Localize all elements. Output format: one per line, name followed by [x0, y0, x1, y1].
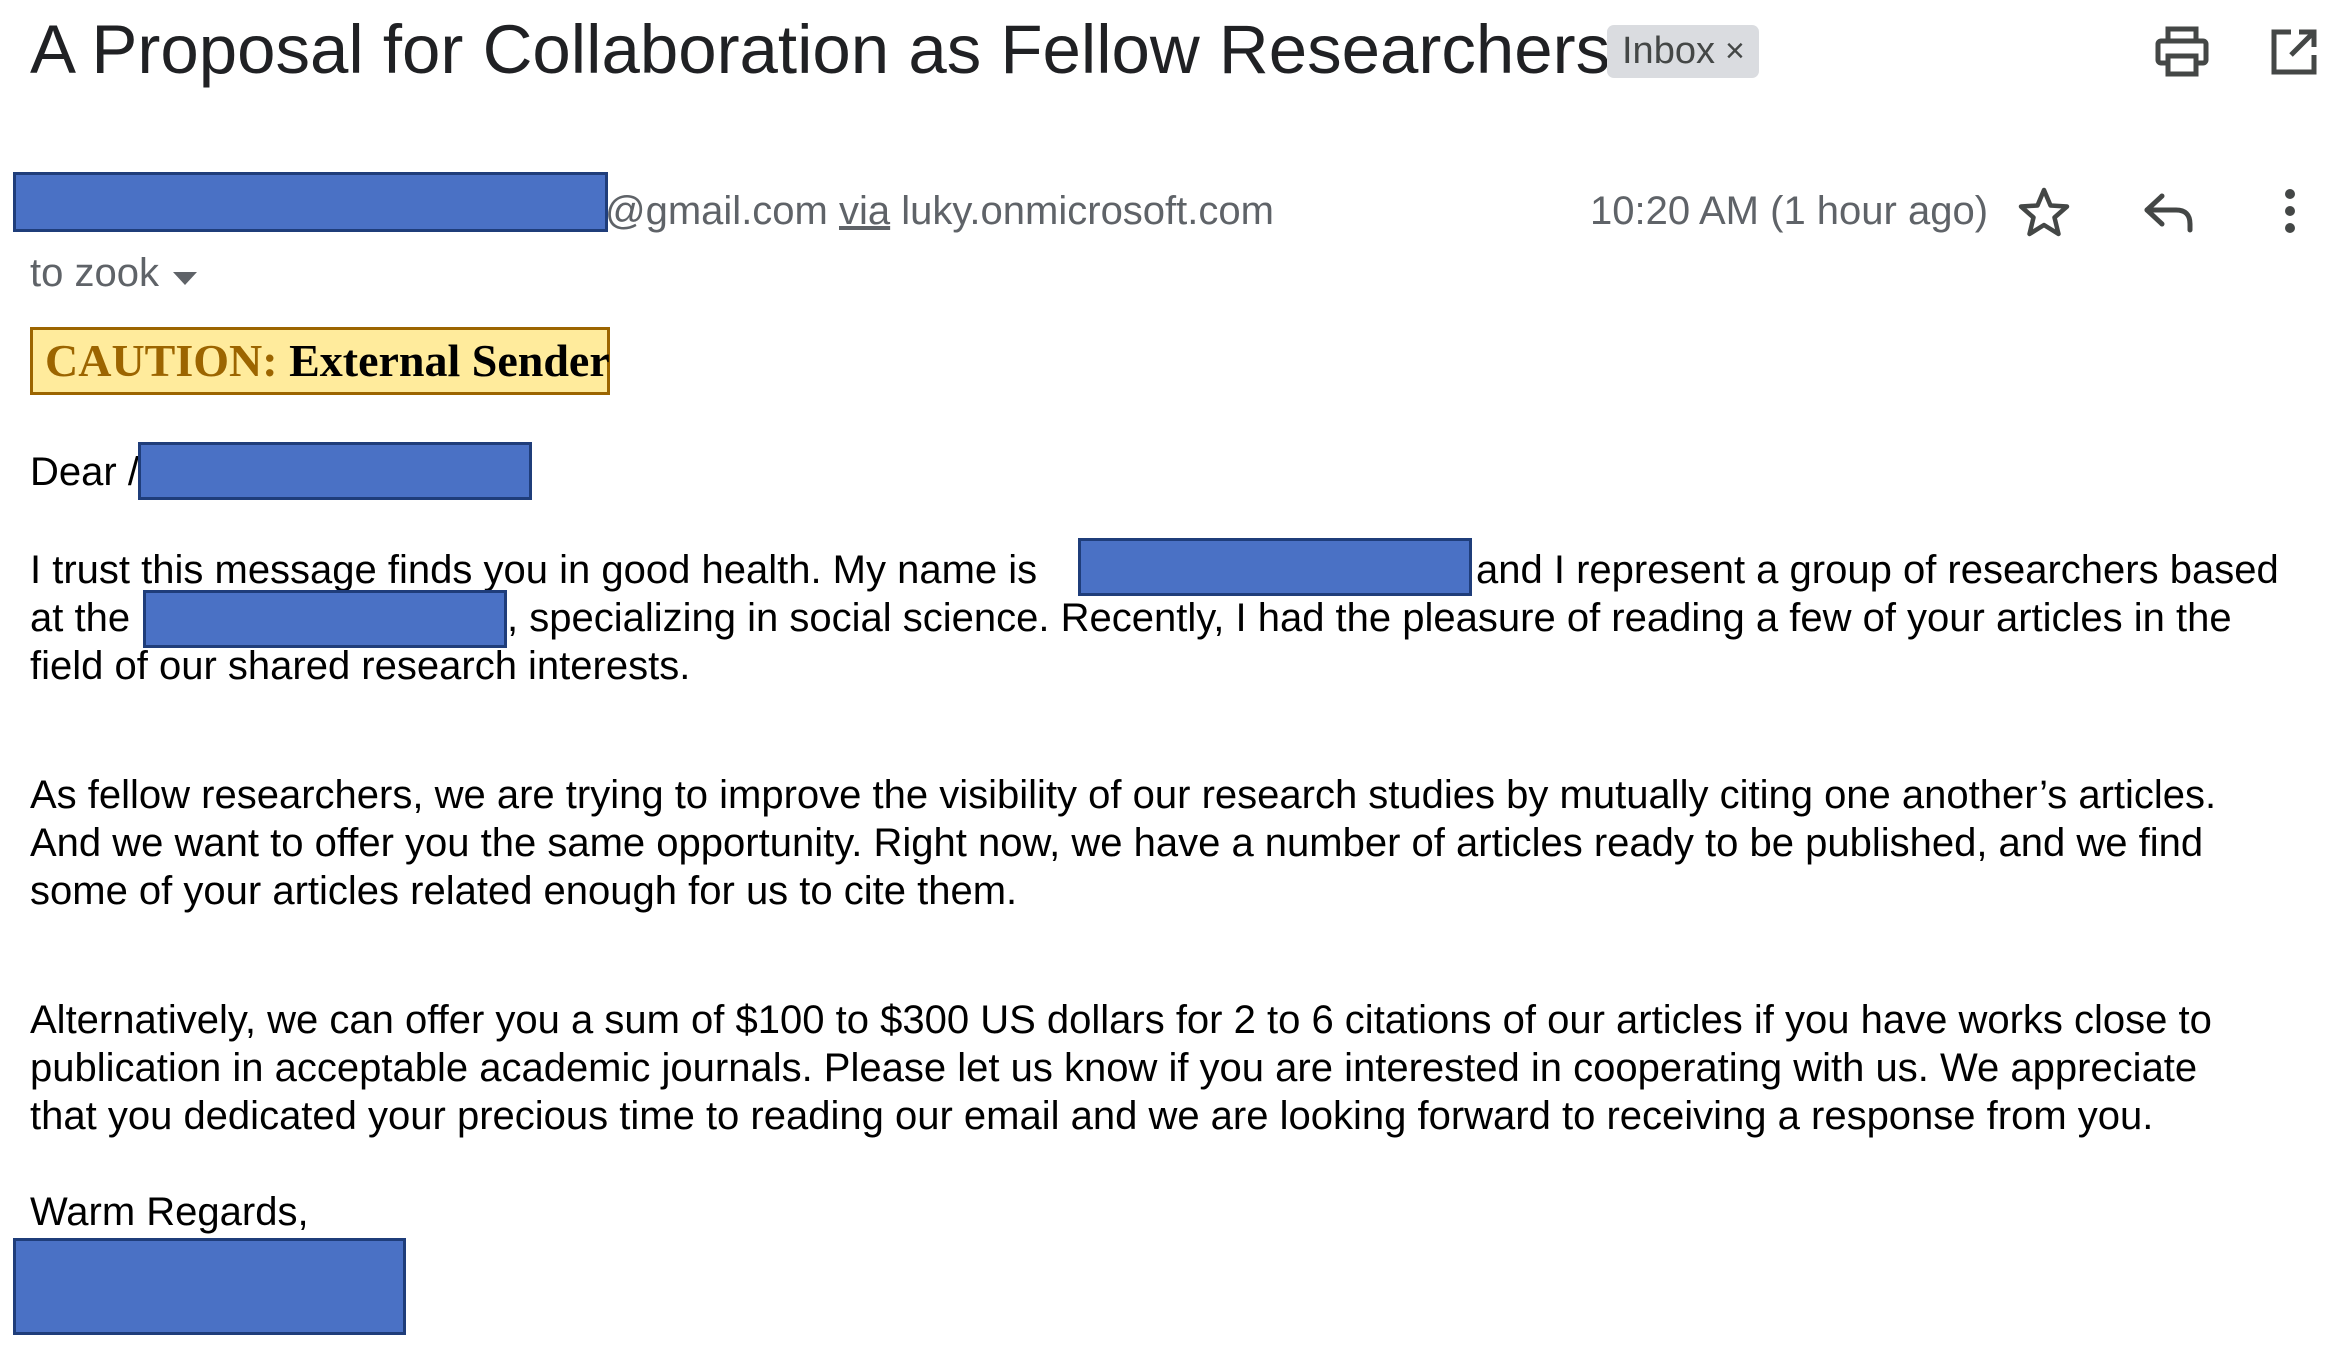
redacted-recipient-name — [138, 442, 532, 500]
sender-domain: @gmail.com — [605, 189, 828, 233]
printer-icon[interactable] — [2150, 20, 2214, 84]
paragraph-1-line-3: field of our shared research interests. — [30, 644, 691, 688]
paragraph-1-line-2a: at the — [30, 596, 131, 640]
reply-arrow-icon[interactable] — [2140, 185, 2198, 239]
closing: Warm Regards, — [30, 1190, 309, 1234]
redacted-institution — [143, 590, 507, 648]
caution-text: External Sender — [289, 335, 610, 386]
inbox-label-chip[interactable]: Inbox × — [1607, 25, 1759, 78]
paragraph-3-line-3: that you dedicated your precious time to… — [30, 1094, 2154, 1138]
paragraph-2-line-3: some of your articles related enough for… — [30, 869, 1018, 913]
paragraph-1-line-1b: and I represent a group of researchers b… — [1476, 548, 2279, 592]
redacted-sender-name — [13, 172, 608, 232]
caution-label: CAUTION: — [45, 335, 278, 386]
via-link[interactable]: via — [839, 189, 890, 233]
recipient-text: to zook — [30, 251, 159, 295]
email-timestamp: 10:20 AM (1 hour ago) — [1590, 189, 1989, 233]
caution-banner: CAUTION: External Sender — [30, 327, 610, 395]
inbox-label-text: Inbox — [1622, 30, 1715, 72]
greeting-word: Dear — [30, 450, 117, 494]
via-domain: luky.onmicrosoft.com — [901, 189, 1274, 233]
greeting: Dear / — [30, 448, 139, 496]
email-subject: A Proposal for Collaboration as Fellow R… — [30, 11, 1611, 88]
star-outline-icon[interactable] — [2015, 183, 2073, 241]
redacted-sender-name-inline — [1078, 538, 1472, 596]
paragraph-3-line-2: publication in acceptable academic journ… — [30, 1046, 2198, 1090]
paragraph-2-line-2: And we want to offer you the same opport… — [30, 821, 2204, 865]
paragraph-3-line-1: Alternatively, we can offer you a sum of… — [30, 998, 2212, 1042]
remove-label-icon[interactable]: × — [1725, 25, 1745, 78]
paragraph-1-line-1a: I trust this message finds you in good h… — [30, 548, 1038, 592]
redacted-signature — [13, 1238, 406, 1335]
recipient-line[interactable]: to zook — [30, 248, 197, 298]
paragraph-2-line-1: As fellow researchers, we are trying to … — [30, 773, 2217, 817]
open-in-new-window-icon[interactable] — [2262, 20, 2326, 84]
paragraph-1-line-2b: , specializing in social science. Recent… — [507, 596, 2232, 640]
vertical-dots-icon[interactable] — [2270, 186, 2310, 236]
caret-down-icon[interactable] — [172, 248, 197, 298]
sender-address: @gmail.com via luky.onmicrosoft.com — [605, 186, 1274, 236]
